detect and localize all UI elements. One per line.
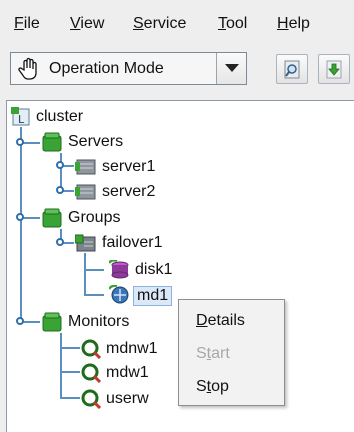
tree-connector bbox=[60, 397, 80, 399]
search-button[interactable] bbox=[276, 54, 308, 84]
chevron-down-icon bbox=[225, 64, 239, 72]
menu-help[interactable]: Help bbox=[277, 15, 310, 33]
tree-connector bbox=[84, 269, 104, 271]
expand-toggle-server2[interactable] bbox=[56, 186, 64, 194]
download-button[interactable] bbox=[318, 54, 350, 84]
hand-icon bbox=[17, 56, 43, 82]
app-window: File View Service Tool Help Operation Mo… bbox=[0, 0, 354, 432]
mirror-disk-icon bbox=[107, 284, 129, 305]
mode-select-value: Operation Mode bbox=[49, 60, 164, 77]
tree-connector bbox=[60, 347, 80, 349]
expand-toggle-failover1[interactable] bbox=[56, 238, 64, 246]
disk-icon bbox=[107, 259, 129, 280]
mode-dropdown-button[interactable] bbox=[216, 53, 246, 84]
menu-item-details[interactable]: Details bbox=[196, 312, 245, 330]
monitor-icon bbox=[81, 339, 102, 360]
monitor-icon bbox=[81, 389, 102, 410]
svg-text:L: L bbox=[18, 113, 25, 126]
monitor-icon bbox=[81, 363, 102, 384]
context-menu: Details Start Stop bbox=[178, 299, 285, 406]
monitor-group-icon bbox=[41, 312, 62, 332]
cluster-icon: L bbox=[11, 107, 31, 127]
menu-view[interactable]: View bbox=[70, 15, 104, 33]
expand-toggle-server1[interactable] bbox=[56, 161, 64, 169]
menu-tool[interactable]: Tool bbox=[218, 15, 247, 33]
tree-connector bbox=[60, 333, 62, 399]
group-folder-icon bbox=[41, 208, 62, 228]
expand-toggle-groups[interactable] bbox=[16, 213, 24, 221]
failover-icon bbox=[74, 233, 96, 253]
tree-connector bbox=[60, 371, 80, 373]
server-icon bbox=[75, 157, 96, 177]
expand-toggle-monitors[interactable] bbox=[16, 317, 24, 325]
toolbar: Operation Mode bbox=[0, 44, 354, 94]
menu-item-stop[interactable]: Stop bbox=[196, 378, 229, 396]
mode-select[interactable]: Operation Mode bbox=[10, 52, 247, 85]
menu-file[interactable]: File bbox=[14, 15, 40, 33]
tree-connector bbox=[20, 127, 22, 323]
tree-connector bbox=[84, 253, 86, 295]
expand-toggle-servers[interactable] bbox=[16, 138, 24, 146]
server-group-icon bbox=[41, 132, 62, 152]
menu-bar: File View Service Tool Help bbox=[0, 0, 354, 44]
download-icon bbox=[326, 60, 342, 79]
menu-item-start[interactable]: Start bbox=[196, 345, 230, 363]
tree-connector bbox=[84, 294, 104, 296]
search-icon bbox=[284, 60, 300, 79]
server-icon bbox=[75, 182, 96, 202]
menu-service[interactable]: Service bbox=[133, 15, 186, 33]
